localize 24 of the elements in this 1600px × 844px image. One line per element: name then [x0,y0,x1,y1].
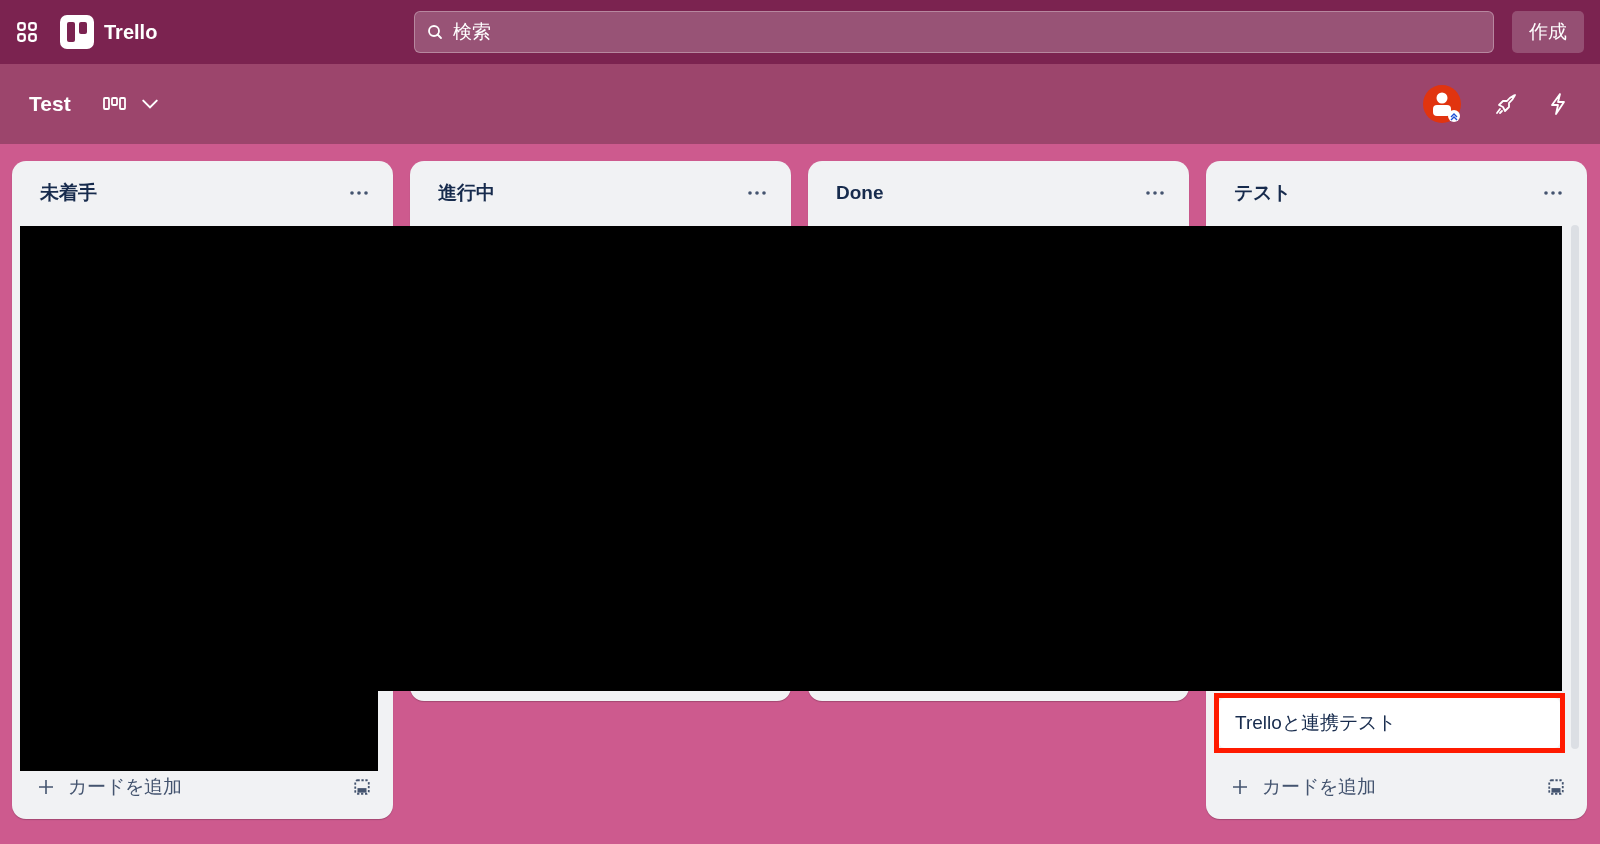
app-grid-icon[interactable] [16,21,38,43]
create-button[interactable]: 作成 [1512,11,1584,53]
plus-icon [38,779,54,795]
add-card-button[interactable]: カードを追加 [34,770,186,804]
list-title[interactable]: 進行中 [438,180,495,206]
board-title[interactable]: Test [29,92,71,116]
template-icon[interactable] [1547,778,1565,796]
more-icon[interactable] [349,190,369,196]
add-card-button[interactable]: カードを追加 [1228,770,1380,804]
more-icon[interactable] [747,190,767,196]
rocket-icon[interactable] [1494,92,1518,116]
card[interactable]: Trelloと連携テスト [1219,698,1560,748]
list-title[interactable]: 未着手 [40,180,97,206]
plus-icon [1232,779,1248,795]
more-icon[interactable] [1145,190,1165,196]
template-icon[interactable] [353,778,371,796]
app-name: Trello [104,20,158,44]
list-title[interactable]: Done [836,182,884,204]
more-icon[interactable] [1543,190,1563,196]
logo-icon[interactable] [60,15,94,49]
avatar-icon[interactable] [1422,84,1462,124]
search-icon [427,24,443,40]
list-title[interactable]: テスト [1234,180,1291,206]
board-view-icon[interactable] [102,97,127,111]
